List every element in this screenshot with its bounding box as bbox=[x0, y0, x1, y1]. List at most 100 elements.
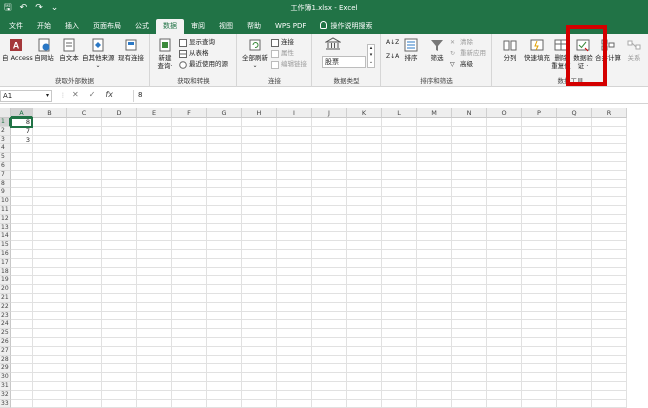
cell-Q12[interactable] bbox=[557, 214, 592, 224]
cell-P14[interactable] bbox=[522, 232, 557, 242]
properties-button[interactable]: 属性 bbox=[271, 49, 294, 58]
cell-A13[interactable] bbox=[11, 223, 33, 233]
cell-B22[interactable] bbox=[33, 302, 67, 312]
cell-N23[interactable] bbox=[452, 311, 487, 321]
cell-N18[interactable] bbox=[452, 267, 487, 277]
cell-P9[interactable] bbox=[522, 188, 557, 198]
cell-G7[interactable] bbox=[207, 170, 242, 180]
tab-7[interactable]: 视图 bbox=[212, 19, 240, 34]
cell-L32[interactable] bbox=[382, 390, 417, 400]
recent-sources-button[interactable]: 最近使用的源 bbox=[179, 60, 228, 69]
cell-A18[interactable] bbox=[11, 267, 33, 277]
cell-P28[interactable] bbox=[522, 355, 557, 365]
cell-E26[interactable] bbox=[137, 338, 172, 347]
cell-J21[interactable] bbox=[312, 294, 347, 303]
cell-Q23[interactable] bbox=[557, 311, 592, 321]
cell-F11[interactable] bbox=[172, 206, 207, 215]
cell-D24[interactable] bbox=[102, 320, 137, 330]
cell-N14[interactable] bbox=[452, 232, 487, 242]
cell-R3[interactable] bbox=[592, 135, 627, 145]
cell-Q4[interactable] bbox=[557, 144, 592, 154]
column-header[interactable]: N bbox=[452, 108, 487, 118]
cell-P7[interactable] bbox=[522, 170, 557, 180]
cell-K21[interactable] bbox=[347, 294, 382, 303]
cell-G2[interactable] bbox=[207, 126, 242, 136]
cell-B32[interactable] bbox=[33, 390, 67, 400]
cell-B33[interactable] bbox=[33, 399, 67, 408]
cell-D26[interactable] bbox=[102, 338, 137, 347]
cell-P24[interactable] bbox=[522, 320, 557, 330]
cell-P23[interactable] bbox=[522, 311, 557, 321]
cell-A23[interactable] bbox=[11, 311, 33, 321]
row-header[interactable]: 25 bbox=[0, 329, 11, 338]
cell-O31[interactable] bbox=[487, 382, 522, 391]
cell-M7[interactable] bbox=[417, 170, 452, 180]
cell-F32[interactable] bbox=[172, 390, 207, 400]
cell-P18[interactable] bbox=[522, 267, 557, 277]
cell-B8[interactable] bbox=[33, 179, 67, 189]
cell-D17[interactable] bbox=[102, 258, 137, 268]
cell-B25[interactable] bbox=[33, 329, 67, 338]
cell-E29[interactable] bbox=[137, 364, 172, 374]
cell-F10[interactable] bbox=[172, 197, 207, 206]
cell-D15[interactable] bbox=[102, 241, 137, 250]
cell-J10[interactable] bbox=[312, 197, 347, 206]
cell-A9[interactable] bbox=[11, 188, 33, 198]
cell-P25[interactable] bbox=[522, 329, 557, 338]
cell-P19[interactable] bbox=[522, 276, 557, 286]
column-header[interactable]: G bbox=[207, 108, 242, 118]
cell-I10[interactable] bbox=[277, 197, 312, 206]
cell-D4[interactable] bbox=[102, 144, 137, 154]
cell-A26[interactable] bbox=[11, 338, 33, 347]
cell-H29[interactable] bbox=[242, 364, 277, 374]
cell-L21[interactable] bbox=[382, 294, 417, 303]
cell-C15[interactable] bbox=[67, 241, 102, 250]
cell-I19[interactable] bbox=[277, 276, 312, 286]
cell-R29[interactable] bbox=[592, 364, 627, 374]
cell-H22[interactable] bbox=[242, 302, 277, 312]
cell-P32[interactable] bbox=[522, 390, 557, 400]
cell-M13[interactable] bbox=[417, 223, 452, 233]
cell-C23[interactable] bbox=[67, 311, 102, 321]
cell-N27[interactable] bbox=[452, 346, 487, 356]
row-header[interactable]: 5 bbox=[0, 153, 11, 162]
cell-F14[interactable] bbox=[172, 232, 207, 242]
cell-A29[interactable] bbox=[11, 364, 33, 374]
cell-L8[interactable] bbox=[382, 179, 417, 189]
name-box[interactable]: A1 ▾ bbox=[0, 90, 52, 102]
cell-C3[interactable] bbox=[67, 135, 102, 145]
cell-I22[interactable] bbox=[277, 302, 312, 312]
cell-H14[interactable] bbox=[242, 232, 277, 242]
cell-G23[interactable] bbox=[207, 311, 242, 321]
cell-D10[interactable] bbox=[102, 197, 137, 206]
row-header[interactable]: 19 bbox=[0, 276, 11, 286]
cell-C7[interactable] bbox=[67, 170, 102, 180]
cell-K2[interactable] bbox=[347, 126, 382, 136]
cell-Q10[interactable] bbox=[557, 197, 592, 206]
cell-I29[interactable] bbox=[277, 364, 312, 374]
cell-I30[interactable] bbox=[277, 373, 312, 382]
cell-P15[interactable] bbox=[522, 241, 557, 250]
cell-I5[interactable] bbox=[277, 153, 312, 162]
cell-J14[interactable] bbox=[312, 232, 347, 242]
column-header[interactable]: R bbox=[592, 108, 627, 118]
row-header[interactable]: 3 bbox=[0, 135, 11, 145]
refresh-all-button[interactable]: 全部刷新 ⌄ bbox=[241, 38, 269, 70]
cell-O1[interactable] bbox=[487, 118, 522, 127]
from-web-button[interactable]: 自网站 bbox=[32, 38, 56, 62]
cell-D9[interactable] bbox=[102, 188, 137, 198]
cell-O12[interactable] bbox=[487, 214, 522, 224]
cell-O18[interactable] bbox=[487, 267, 522, 277]
cell-K24[interactable] bbox=[347, 320, 382, 330]
cell-R32[interactable] bbox=[592, 390, 627, 400]
cell-F13[interactable] bbox=[172, 223, 207, 233]
cell-G19[interactable] bbox=[207, 276, 242, 286]
cell-D21[interactable] bbox=[102, 294, 137, 303]
cell-N8[interactable] bbox=[452, 179, 487, 189]
from-access-button[interactable]: A 自 Access bbox=[2, 38, 33, 62]
column-header[interactable]: Q bbox=[557, 108, 592, 118]
cell-I9[interactable] bbox=[277, 188, 312, 198]
cell-Q21[interactable] bbox=[557, 294, 592, 303]
cell-D28[interactable] bbox=[102, 355, 137, 365]
cell-R14[interactable] bbox=[592, 232, 627, 242]
